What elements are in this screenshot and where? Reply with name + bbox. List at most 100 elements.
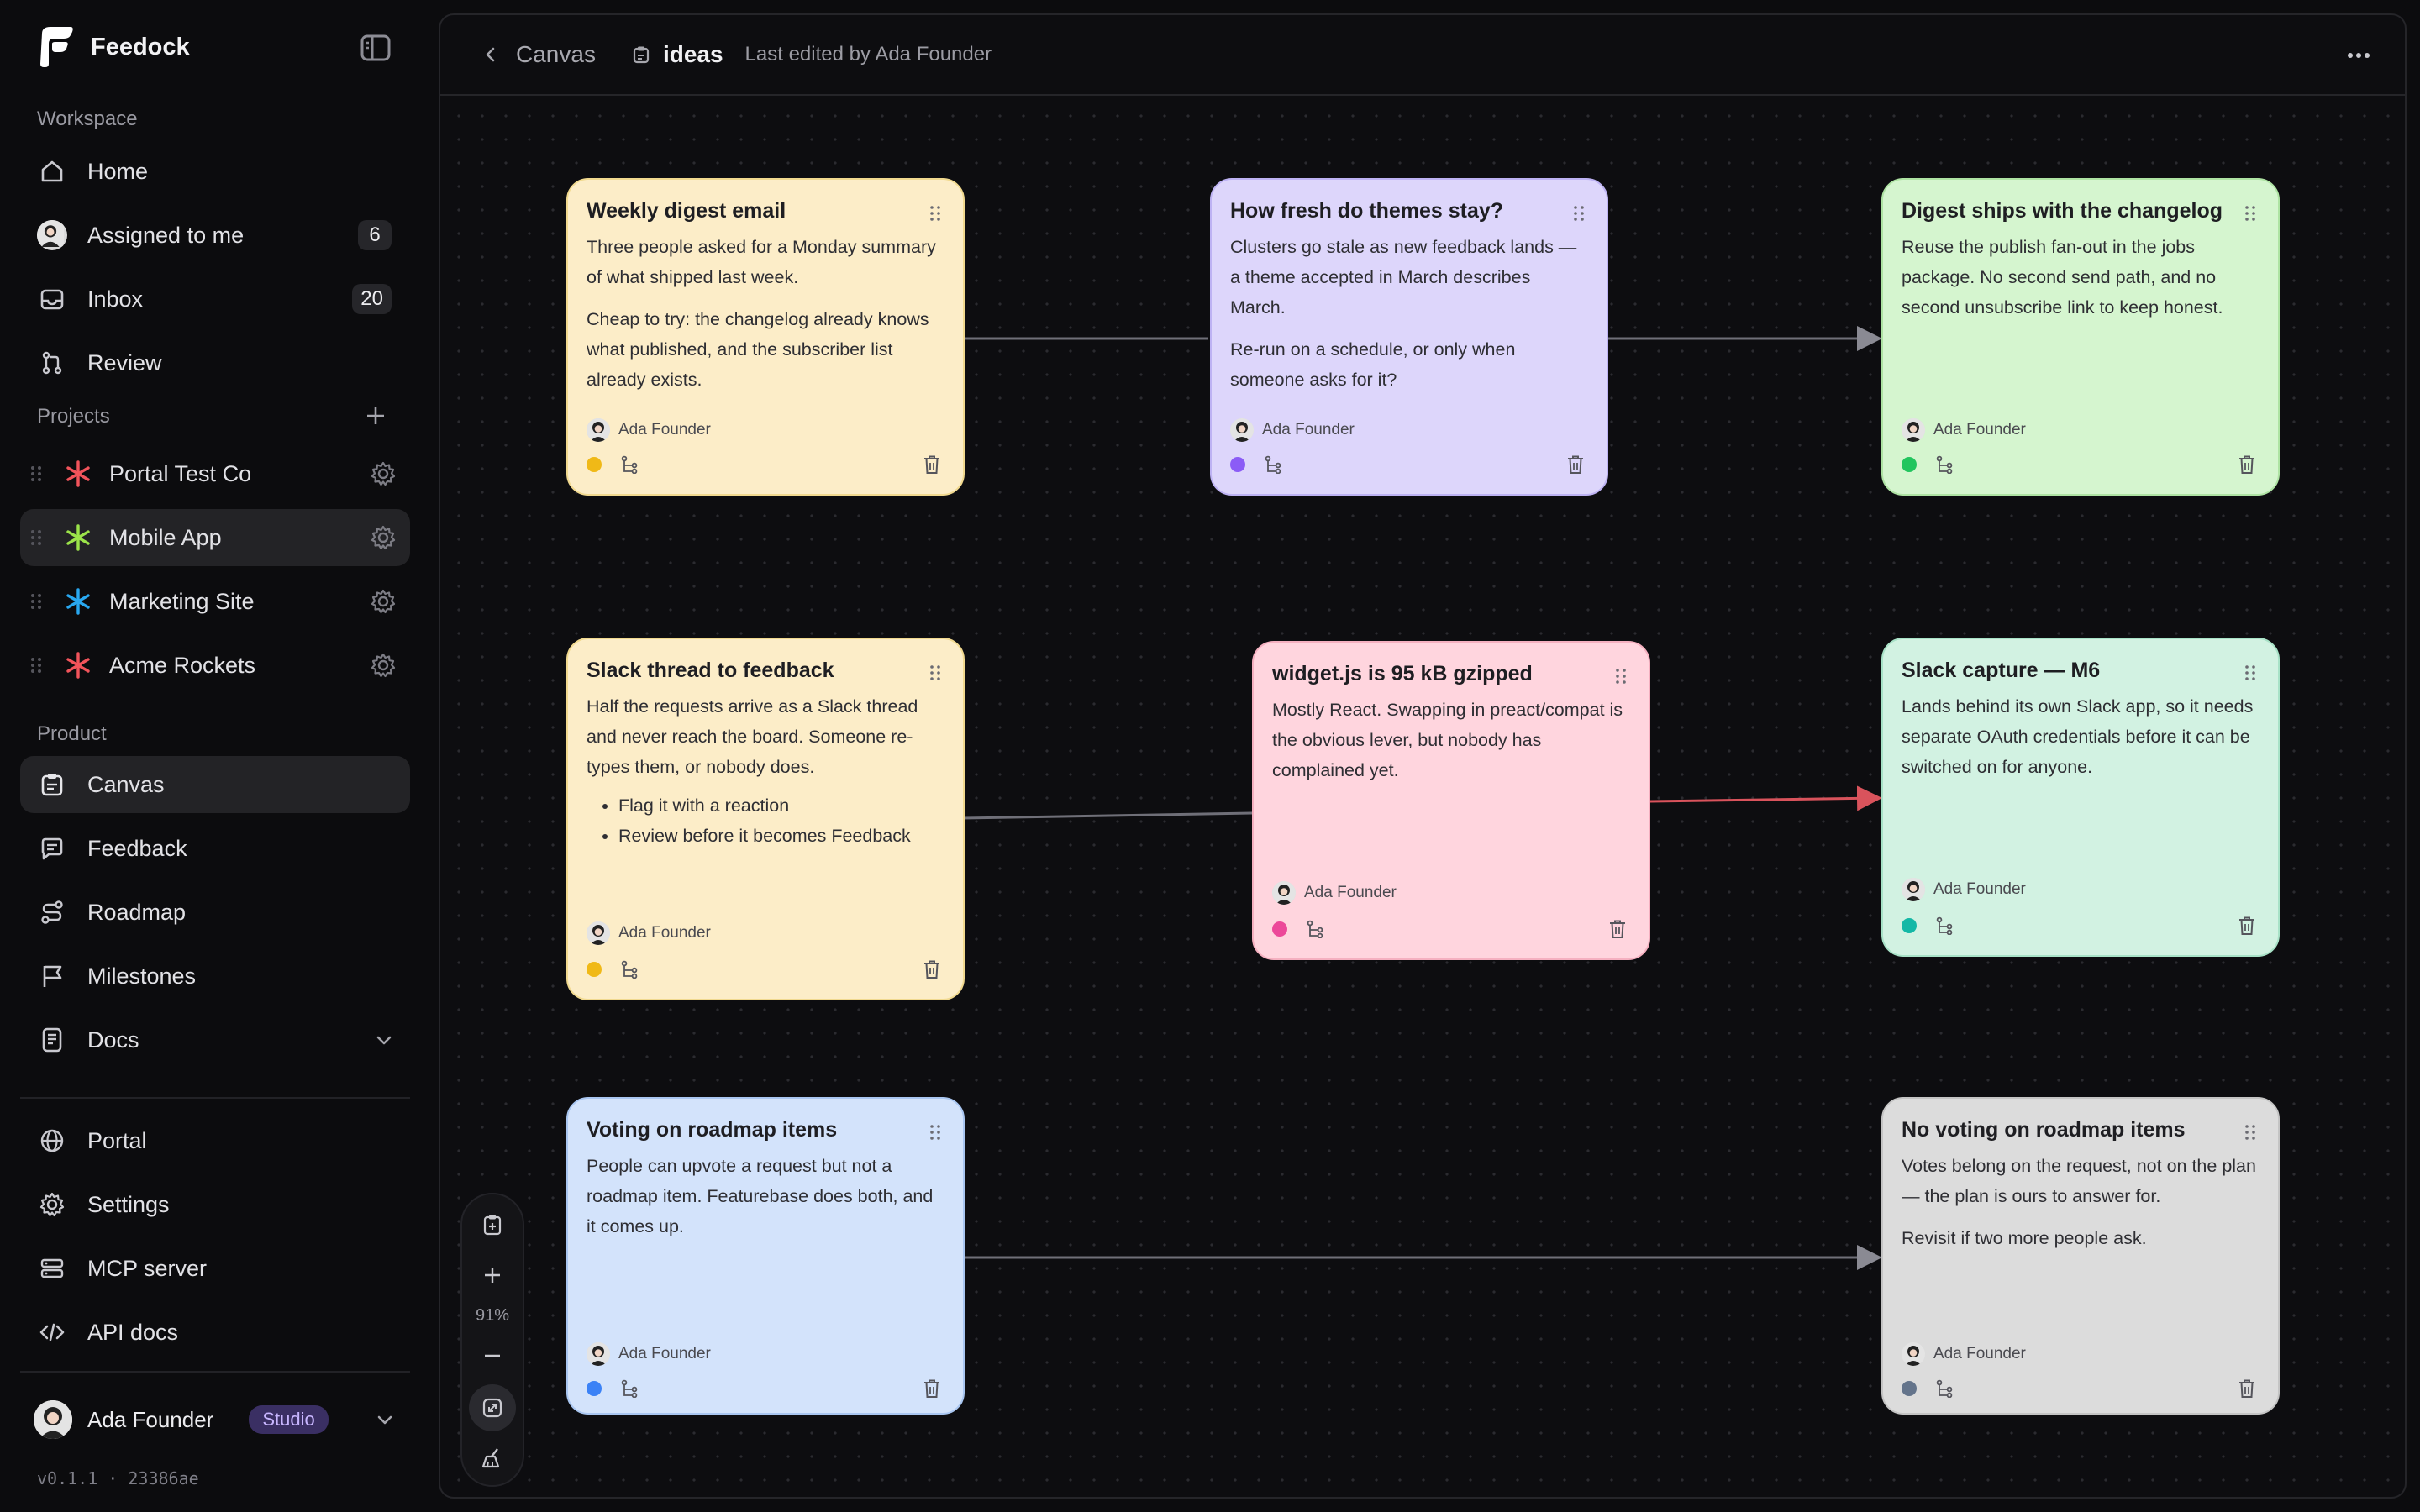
card-title[interactable]: No voting on roadmap items xyxy=(1902,1116,2260,1144)
nav-item-assigned[interactable]: Assigned to me 6 xyxy=(20,207,410,264)
branch-icon[interactable] xyxy=(1935,455,1954,475)
drag-handle-icon[interactable] xyxy=(2244,664,2256,681)
drag-handle-icon[interactable] xyxy=(929,1124,941,1141)
branch-icon[interactable] xyxy=(620,1379,639,1399)
project-item-portal-test-co[interactable]: Portal Test Co xyxy=(20,445,410,502)
nav-item-api-docs[interactable]: API docs xyxy=(20,1304,410,1361)
add-card-button[interactable] xyxy=(469,1201,516,1248)
chevron-down-icon[interactable] xyxy=(373,1408,397,1431)
gear-icon[interactable] xyxy=(370,652,397,679)
trash-icon[interactable] xyxy=(923,959,941,979)
card-footer xyxy=(1902,454,2256,475)
zoom-in-button[interactable] xyxy=(469,1252,516,1299)
drag-handle-icon[interactable] xyxy=(2244,205,2256,222)
page-title[interactable]: ideas xyxy=(663,41,723,68)
trash-icon[interactable] xyxy=(923,454,941,475)
drag-handle-icon[interactable] xyxy=(30,465,42,483)
canvas-area[interactable]: Weekly digest email Three people asked f… xyxy=(440,97,2405,1497)
idea-card[interactable]: No voting on roadmap items Votes belong … xyxy=(1881,1097,2280,1415)
drag-handle-icon[interactable] xyxy=(2244,1124,2256,1141)
card-title[interactable]: widget.js is 95 kB gzipped xyxy=(1272,659,1630,688)
drag-handle-icon[interactable] xyxy=(30,656,42,675)
trash-icon[interactable] xyxy=(2238,916,2256,936)
idea-card[interactable]: How fresh do themes stay? Clusters go st… xyxy=(1210,178,1608,496)
edge-widget-to-capture[interactable] xyxy=(1649,785,1882,811)
breadcrumb-canvas[interactable]: Canvas xyxy=(516,41,596,68)
sidebar-toggle-icon[interactable] xyxy=(360,34,392,62)
trash-icon[interactable] xyxy=(2238,1378,2256,1399)
card-title[interactable]: Slack thread to feedback xyxy=(587,656,944,685)
card-title[interactable]: Weekly digest email xyxy=(587,197,944,225)
branch-icon[interactable] xyxy=(620,455,639,475)
zoom-out-button[interactable] xyxy=(469,1332,516,1379)
drag-handle-icon[interactable] xyxy=(1573,205,1585,222)
idea-card[interactable]: Slack thread to feedback Half the reques… xyxy=(566,638,965,1000)
user-menu[interactable]: Ada Founder Studio xyxy=(20,1394,410,1445)
project-item-acme-rockets[interactable]: Acme Rockets xyxy=(20,637,410,694)
project-item-marketing-site[interactable]: Marketing Site xyxy=(20,573,410,630)
fit-view-icon xyxy=(482,1398,502,1418)
card-paragraph: Clusters go stale as new feedback lands … xyxy=(1230,237,1577,318)
trash-icon[interactable] xyxy=(1608,919,1627,939)
nav-item-home[interactable]: Home xyxy=(20,143,410,200)
color-dot[interactable] xyxy=(1230,457,1245,472)
gear-icon[interactable] xyxy=(370,588,397,615)
trash-icon[interactable] xyxy=(2238,454,2256,475)
color-dot[interactable] xyxy=(587,457,602,472)
color-dot[interactable] xyxy=(1902,457,1917,472)
brand[interactable]: Feedock xyxy=(37,25,190,69)
nav-item-roadmap[interactable]: Roadmap xyxy=(20,884,410,941)
nav-item-feedback[interactable]: Feedback xyxy=(20,820,410,877)
drag-handle-icon[interactable] xyxy=(30,528,42,547)
color-dot[interactable] xyxy=(587,1381,602,1396)
color-dot[interactable] xyxy=(1272,921,1287,937)
gear-icon[interactable] xyxy=(370,524,397,551)
chevron-left-icon[interactable] xyxy=(481,45,501,65)
card-title[interactable]: Voting on roadmap items xyxy=(587,1116,944,1144)
gear-icon[interactable] xyxy=(370,460,397,487)
trash-icon[interactable] xyxy=(1566,454,1585,475)
idea-card[interactable]: widget.js is 95 kB gzipped Mostly React.… xyxy=(1252,641,1650,960)
drag-handle-icon[interactable] xyxy=(1615,668,1627,685)
plan-badge: Studio xyxy=(249,1405,329,1434)
branch-icon[interactable] xyxy=(620,960,639,979)
nav-item-portal[interactable]: Portal xyxy=(20,1112,410,1169)
idea-card[interactable]: Digest ships with the changelog Reuse th… xyxy=(1881,178,2280,496)
card-title[interactable]: Digest ships with the changelog xyxy=(1902,197,2260,225)
idea-card[interactable]: Voting on roadmap items People can upvot… xyxy=(566,1097,965,1415)
drag-handle-icon[interactable] xyxy=(30,592,42,611)
card-bullet-list: Flag it with a reactionReview before it … xyxy=(587,790,944,851)
nav-item-settings[interactable]: Settings xyxy=(20,1176,410,1233)
project-item-mobile-app[interactable]: Mobile App xyxy=(20,509,410,566)
idea-card[interactable]: Slack capture — M6 Lands behind its own … xyxy=(1881,638,2280,957)
add-project-plus-icon[interactable] xyxy=(363,403,388,428)
trash-icon[interactable] xyxy=(923,1378,941,1399)
card-author: Ada Founder xyxy=(1272,881,1397,905)
idea-card[interactable]: Weekly digest email Three people asked f… xyxy=(566,178,965,496)
fit-view-button[interactable] xyxy=(469,1384,516,1431)
branch-icon[interactable] xyxy=(1935,916,1954,936)
nav-item-mcp-server[interactable]: MCP server xyxy=(20,1240,410,1297)
color-dot[interactable] xyxy=(1902,918,1917,933)
branch-icon[interactable] xyxy=(1264,455,1282,475)
color-dot[interactable] xyxy=(587,962,602,977)
card-paragraph: Re-run on a schedule, or only when someo… xyxy=(1230,339,1516,390)
branch-icon[interactable] xyxy=(1306,920,1324,939)
nav-item-milestones[interactable]: Milestones xyxy=(20,948,410,1005)
drag-handle-icon[interactable] xyxy=(929,664,941,681)
color-dot[interactable] xyxy=(1902,1381,1917,1396)
sidebar-divider xyxy=(20,1371,410,1373)
branch-icon[interactable] xyxy=(1935,1379,1954,1399)
card-paragraph: Half the requests arrive as a Slack thre… xyxy=(587,696,918,777)
chevron-down-icon[interactable] xyxy=(373,1029,395,1051)
edge-slack-to-widget[interactable] xyxy=(962,811,1253,820)
nav-item-canvas[interactable]: Canvas xyxy=(20,756,410,813)
drag-handle-icon[interactable] xyxy=(929,205,941,222)
nav-item-review[interactable]: Review xyxy=(20,334,410,391)
nav-item-inbox[interactable]: Inbox 20 xyxy=(20,270,410,328)
more-options-icon[interactable] xyxy=(2346,49,2371,62)
nav-item-docs[interactable]: Docs xyxy=(20,1011,410,1068)
card-title[interactable]: Slack capture — M6 xyxy=(1902,656,2260,685)
card-title[interactable]: How fresh do themes stay? xyxy=(1230,197,1588,225)
tidy-up-button[interactable] xyxy=(469,1435,516,1482)
